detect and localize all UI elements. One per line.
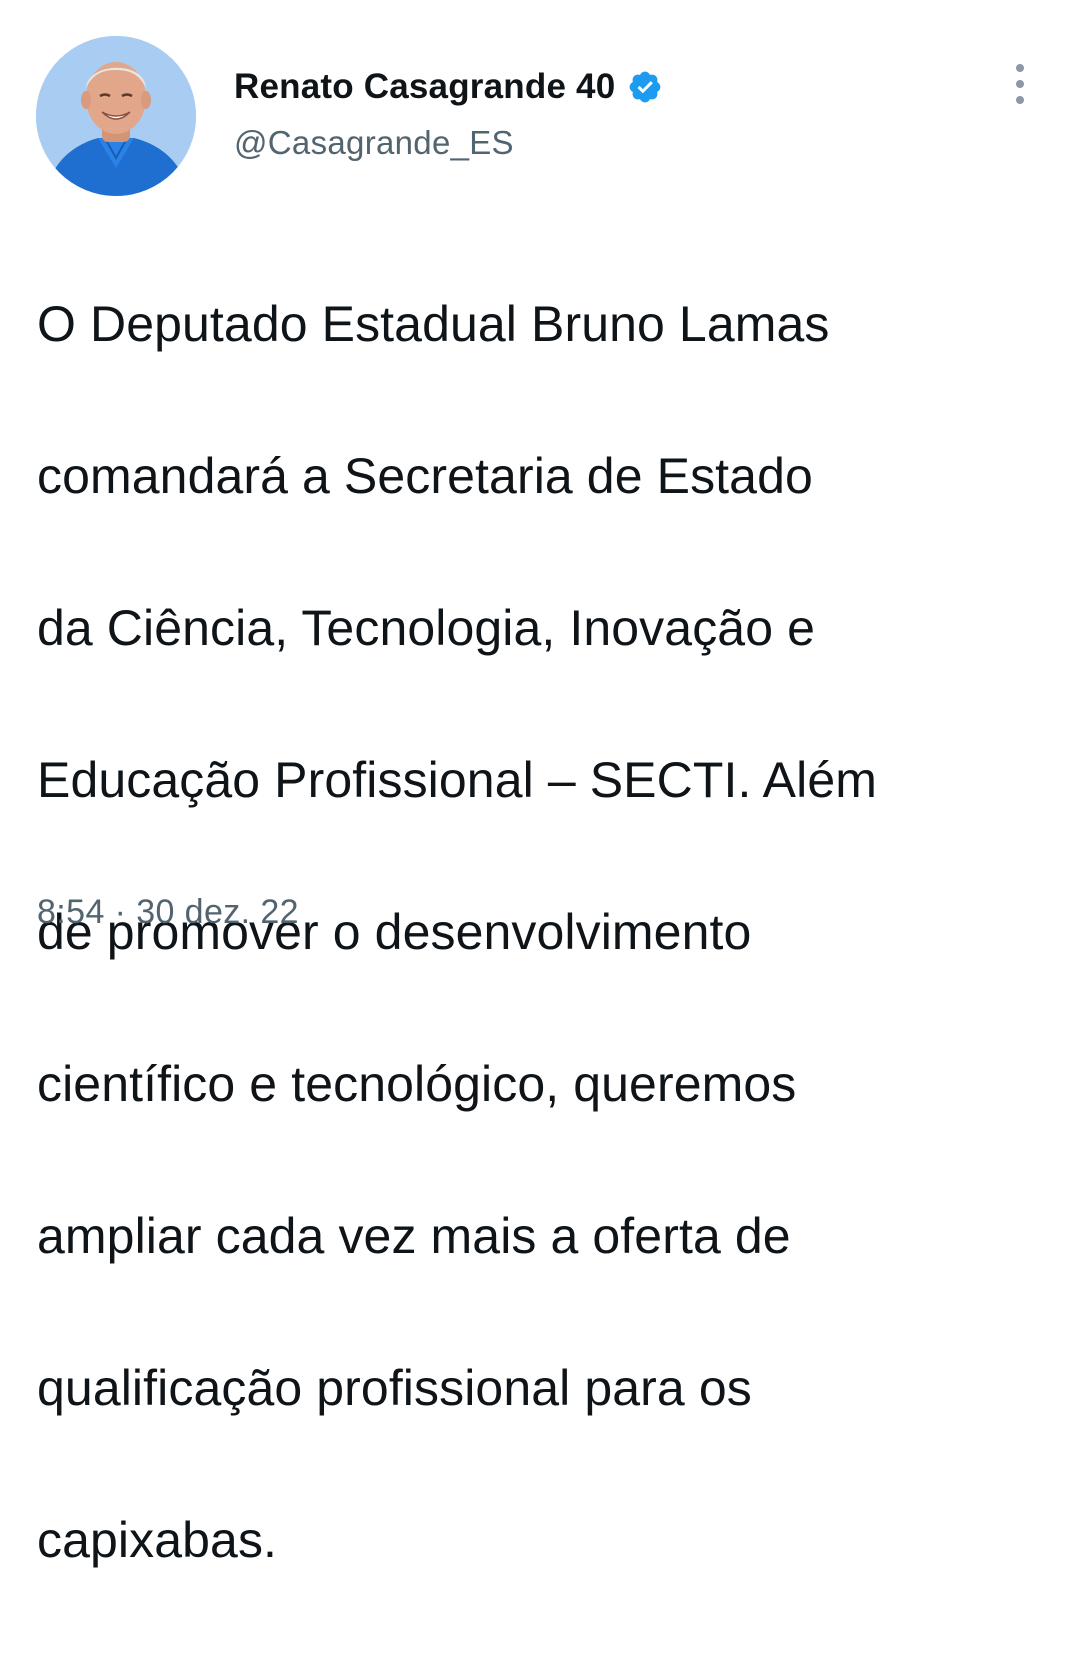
verified-badge-icon [627, 69, 663, 105]
more-vertical-icon [1016, 64, 1024, 72]
tweet-timestamp[interactable]: 8:54 · 30 dez. 22 [37, 893, 299, 932]
more-options-button[interactable] [1002, 60, 1038, 110]
tweet-text-line: qualificação profissional para os [37, 1360, 752, 1416]
tweet-text-line: da Ciência, Tecnologia, Inovação e [37, 600, 816, 656]
tweet-text-line: comandará a Secretaria de Estado [37, 448, 813, 504]
author-avatar[interactable] [36, 36, 196, 196]
author-info: Renato Casagrande 40 @Casagrande_ES [234, 62, 663, 162]
tweet-text-line: O Deputado Estadual Bruno Lamas [37, 296, 830, 352]
more-vertical-icon [1016, 96, 1024, 104]
tweet-text-line: Educação Profissional – SECTI. Além [37, 752, 877, 808]
avatar-photo-icon [36, 36, 196, 196]
tweet-card: Renato Casagrande 40 @Casagrande_ES O De… [0, 0, 1080, 1568]
author-display-name[interactable]: Renato Casagrande 40 [234, 67, 615, 107]
author-handle[interactable]: @Casagrande_ES [234, 124, 663, 162]
tweet-text-line: científico e tecnológico, queremos [37, 1056, 797, 1112]
tweet-text-line: ampliar cada vez mais a oferta de [37, 1208, 791, 1264]
more-vertical-icon [1016, 80, 1024, 88]
tweet-text-line: capixabas. [37, 1512, 278, 1568]
author-name-row: Renato Casagrande 40 [234, 62, 663, 112]
tweet-text: O Deputado Estadual Bruno Lamas comandar… [37, 210, 1047, 1654]
